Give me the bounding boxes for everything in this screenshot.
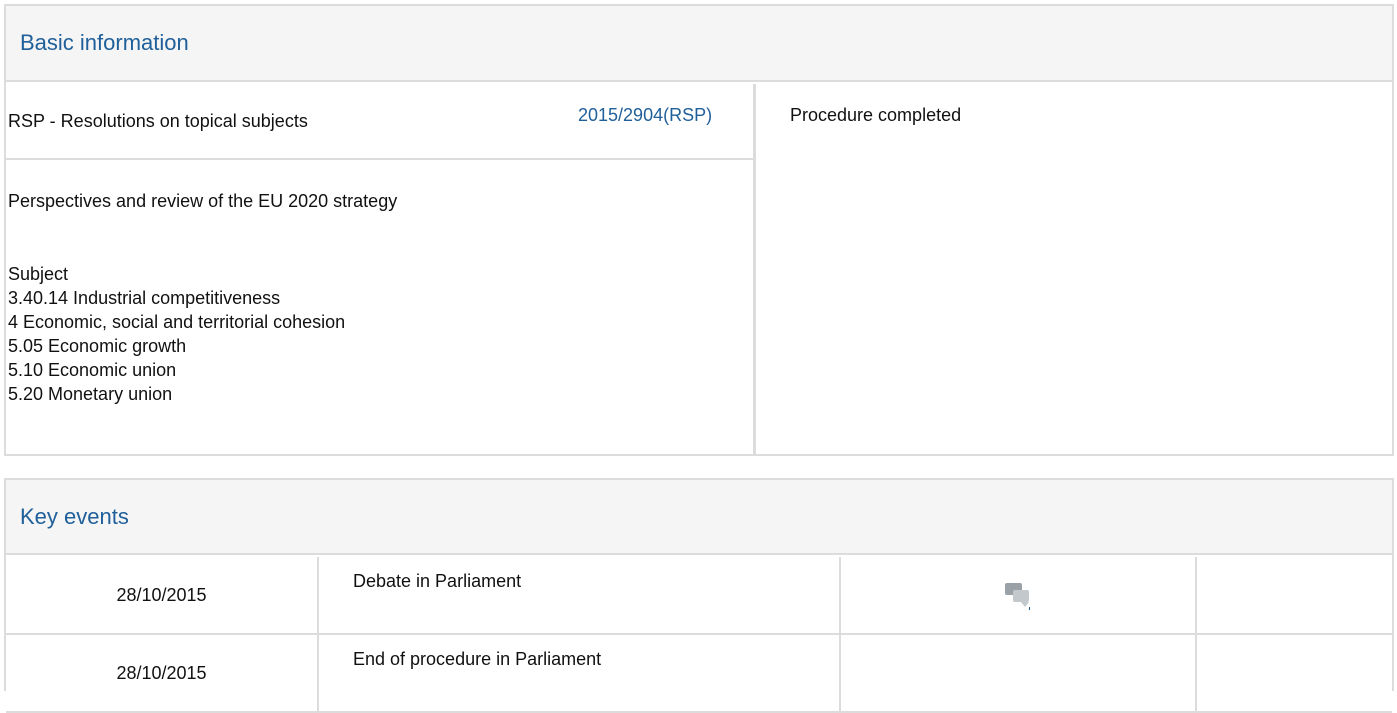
subject-item: 5.05 Economic growth	[8, 336, 187, 356]
subject-item: 3.40.14 Industrial competitiveness	[8, 288, 281, 308]
procedure-type: RSP - Resolutions on topical subjects	[8, 111, 308, 131]
procedure-status-column: Procedure completed	[756, 84, 1392, 454]
procedure-title: Perspectives and review of the EU 2020 s…	[8, 191, 398, 211]
event-description: End of procedure in Parliament	[318, 634, 841, 713]
key-events-header: Key events	[6, 480, 1392, 555]
subject-item: 4 Economic, social and territorial cohes…	[8, 312, 346, 332]
subject-list: Subject 3.40.14 Industrial competitivene…	[8, 262, 345, 406]
event-document-cell	[840, 634, 1197, 713]
basic-information-panel: Basic information RSP - Resolutions on t…	[4, 4, 1394, 456]
basic-information-body: RSP - Resolutions on topical subjects 20…	[6, 84, 1392, 454]
table-row: 28/10/2015 Debate in Parliament	[6, 557, 1392, 635]
event-date: 28/10/2015	[6, 634, 319, 713]
procedure-details: RSP - Resolutions on topical subjects 20…	[6, 84, 756, 454]
key-events-title: Key events	[20, 503, 129, 529]
basic-information-title: Basic information	[20, 30, 189, 55]
subject-item: 5.20 Monetary union	[8, 384, 173, 404]
key-events-panel: Key events 28/10/2015 Debate in Parliame…	[4, 478, 1394, 713]
procedure-row: RSP - Resolutions on topical subjects 20…	[6, 84, 753, 160]
event-document-cell	[840, 557, 1197, 635]
event-extra-cell	[1196, 634, 1392, 713]
debate-icon[interactable]	[1005, 582, 1031, 610]
table-row: 28/10/2015 End of procedure in Parliamen…	[6, 634, 1392, 713]
basic-information-header: Basic information	[6, 6, 1392, 82]
event-extra-cell	[1196, 557, 1392, 635]
subject-label: Subject	[8, 264, 69, 284]
event-date: 28/10/2015	[6, 557, 319, 635]
procedure-status: Procedure completed	[790, 105, 962, 125]
event-description: Debate in Parliament	[318, 557, 841, 635]
key-events-table: 28/10/2015 Debate in Parliament 28/10/20…	[6, 557, 1392, 713]
subject-item: 5.10 Economic union	[8, 360, 177, 380]
procedure-reference-link[interactable]: 2015/2904(RSP)	[578, 105, 712, 126]
